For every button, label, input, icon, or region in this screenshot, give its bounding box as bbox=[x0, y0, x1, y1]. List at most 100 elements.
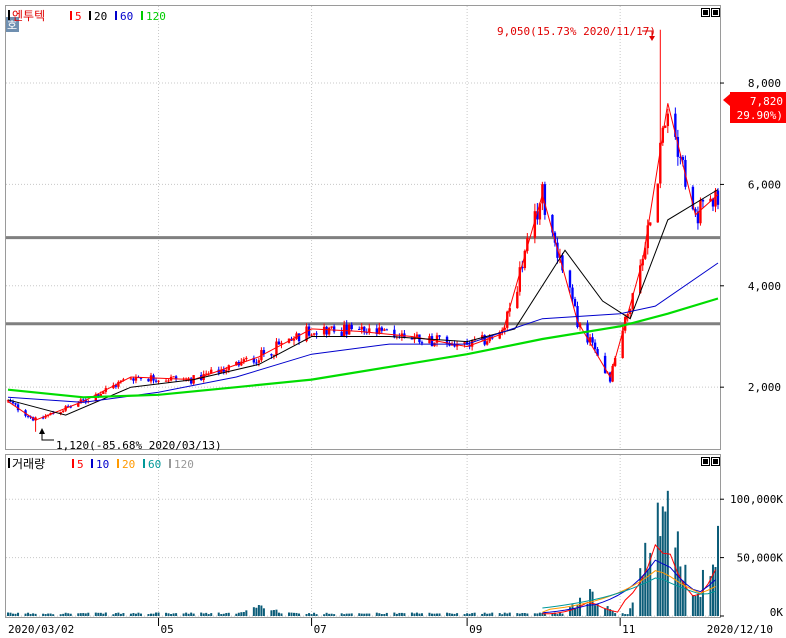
volume-bar bbox=[210, 613, 213, 616]
volume-bar bbox=[456, 613, 459, 616]
volume-bar bbox=[222, 613, 225, 616]
volume-bar bbox=[360, 613, 363, 616]
volume-bar bbox=[378, 613, 381, 616]
price-tick-label: 8,000 bbox=[748, 77, 781, 90]
volume-bar bbox=[112, 614, 115, 616]
current-price-value: 7,820 bbox=[750, 95, 783, 108]
volume-bar bbox=[225, 613, 228, 616]
volume-bar bbox=[52, 614, 55, 616]
volume-bar bbox=[325, 612, 328, 616]
candle-body bbox=[350, 324, 353, 329]
volume-bar bbox=[518, 613, 521, 616]
volume-bar bbox=[287, 612, 290, 616]
volume-bar bbox=[182, 613, 185, 616]
volume-bar bbox=[157, 612, 160, 616]
volume-bar bbox=[385, 612, 388, 616]
volume-bar bbox=[503, 612, 506, 616]
candle-body bbox=[327, 327, 331, 335]
price-tick-label: 6,000 bbox=[748, 178, 781, 191]
candle-body bbox=[164, 380, 168, 382]
date-tick-label: 11 bbox=[622, 623, 635, 635]
volume-bar bbox=[190, 612, 193, 616]
volume-bar bbox=[277, 612, 280, 616]
candle-body bbox=[222, 369, 225, 372]
volume-bar bbox=[624, 614, 627, 616]
volume-bar bbox=[438, 613, 441, 616]
candle-body bbox=[310, 334, 313, 336]
volume-bar bbox=[400, 612, 403, 616]
legend-label: 20 bbox=[122, 458, 135, 471]
volume-bar bbox=[122, 613, 125, 616]
candle-body bbox=[147, 378, 150, 382]
legend-swatch bbox=[72, 459, 74, 468]
volume-bar bbox=[87, 612, 90, 616]
candle-body bbox=[701, 199, 705, 202]
price-panel-title: 엔투텍 bbox=[12, 9, 45, 23]
volume-bar bbox=[32, 613, 35, 616]
volume-bar bbox=[272, 610, 275, 616]
legend-label: 60 bbox=[120, 10, 133, 23]
volume-bar bbox=[568, 607, 571, 616]
candle-body bbox=[157, 380, 160, 382]
candle-body bbox=[430, 336, 434, 347]
volume-bar bbox=[481, 613, 484, 616]
volume-bar bbox=[446, 612, 449, 616]
candle-body bbox=[132, 378, 135, 381]
candle-body bbox=[330, 326, 333, 328]
candle-body bbox=[568, 270, 572, 288]
volume-bar bbox=[403, 613, 406, 616]
volume-bar bbox=[561, 613, 564, 616]
price-panel-restore-button[interactable] bbox=[701, 8, 710, 17]
volume-bar bbox=[137, 612, 140, 616]
candle-body bbox=[82, 399, 85, 401]
volume-bar bbox=[644, 542, 647, 616]
volume-bar bbox=[681, 580, 684, 616]
volume-bar bbox=[345, 613, 348, 616]
candle-body bbox=[573, 298, 577, 306]
volume-bar bbox=[466, 613, 469, 616]
volume-bar bbox=[99, 612, 102, 616]
volume-bar bbox=[308, 613, 311, 616]
volume-bar bbox=[471, 613, 474, 616]
candle-body bbox=[420, 342, 424, 344]
volume-bar bbox=[313, 612, 316, 616]
volume-bar bbox=[573, 608, 576, 616]
legend-swatch bbox=[70, 11, 72, 20]
price-panel-close-button[interactable] bbox=[711, 8, 720, 17]
volume-bar bbox=[436, 613, 439, 616]
volume-bar bbox=[27, 612, 30, 616]
volume-bar bbox=[536, 613, 539, 616]
volume-bar bbox=[220, 614, 223, 616]
volume-bar bbox=[333, 614, 336, 616]
legend-swatch bbox=[89, 11, 91, 20]
volume-bar bbox=[260, 605, 263, 616]
volume-bar bbox=[155, 612, 158, 616]
volume-bar bbox=[664, 511, 667, 616]
volume-bar bbox=[606, 606, 609, 616]
candle-body bbox=[385, 329, 389, 331]
candle-body bbox=[348, 324, 351, 335]
volume-bar bbox=[328, 613, 331, 616]
volume-bar bbox=[298, 613, 301, 616]
volume-bar bbox=[275, 609, 278, 616]
volume-bar bbox=[380, 614, 383, 616]
volume-bar bbox=[293, 612, 296, 616]
candle-body bbox=[255, 362, 258, 364]
legend-label: 60 bbox=[148, 458, 161, 471]
volume-panel-restore-button[interactable] bbox=[701, 457, 710, 466]
volume-bar bbox=[262, 608, 265, 616]
volume-bar bbox=[64, 612, 67, 616]
candle-body bbox=[322, 326, 326, 335]
volume-bar bbox=[463, 614, 466, 616]
volume-bar bbox=[350, 613, 353, 616]
volume-bar bbox=[77, 613, 80, 616]
volume-bar bbox=[368, 613, 371, 616]
price-tick-label: 2,000 bbox=[748, 381, 781, 394]
candle-body bbox=[332, 326, 336, 332]
legend-label: 5 bbox=[75, 10, 82, 23]
volume-bar bbox=[84, 613, 87, 616]
volume-bar bbox=[375, 612, 378, 616]
volume-panel-close-button[interactable] bbox=[711, 457, 720, 466]
volume-bar bbox=[255, 607, 258, 616]
volume-bar bbox=[94, 612, 97, 616]
